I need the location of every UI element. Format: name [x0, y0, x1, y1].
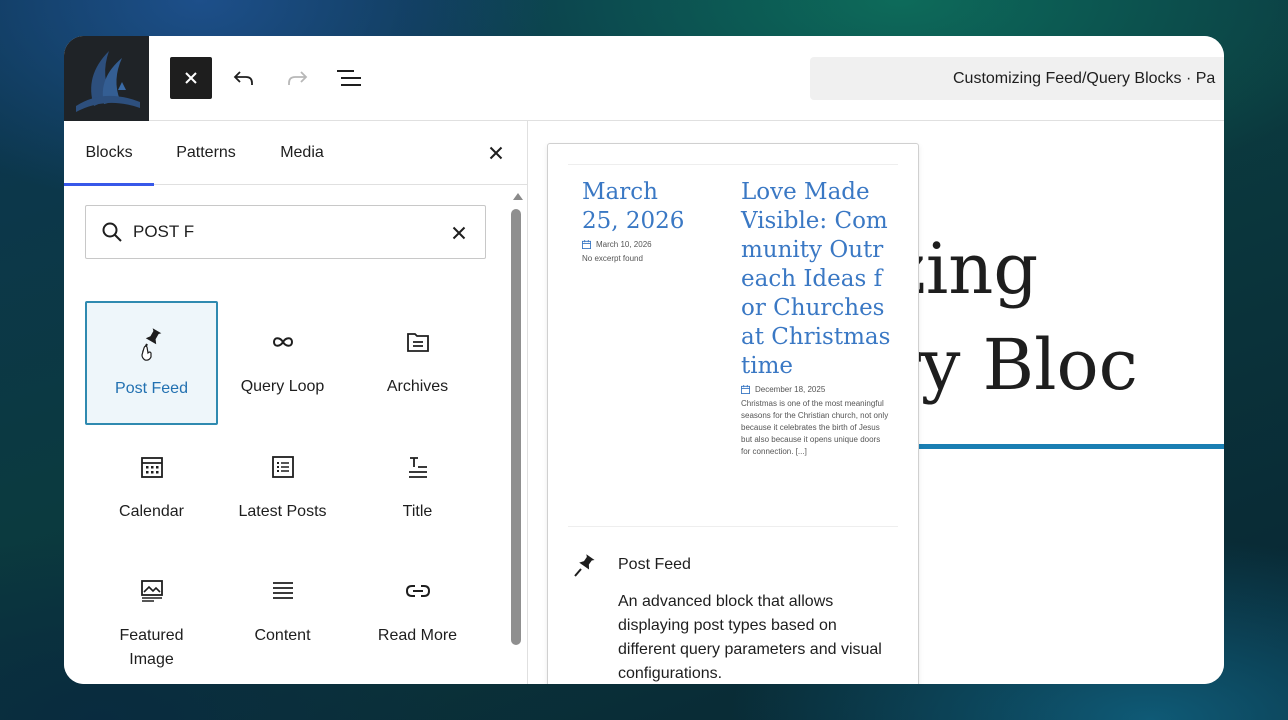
- document-bar[interactable]: Customizing Feed/Query Blocks · Pa: [810, 57, 1224, 100]
- list-view-button[interactable]: [328, 57, 370, 99]
- block-search: [85, 205, 486, 259]
- search-icon: [102, 222, 122, 242]
- post-title: March 25, 2026: [582, 179, 685, 234]
- editor-window: Customizing Feed/Query Blocks · Pa Block…: [64, 36, 1224, 684]
- block-label: Archives: [386, 378, 449, 395]
- content-icon: [271, 578, 295, 604]
- post-excerpt: Christmas is one of the most meaningful …: [741, 399, 889, 456]
- block-label: Read More: [377, 627, 458, 644]
- top-toolbar: Customizing Feed/Query Blocks · Pa: [64, 36, 1224, 121]
- redo-icon: [288, 71, 308, 85]
- calendar-icon: [741, 385, 750, 394]
- archive-icon: [406, 329, 430, 355]
- site-logo[interactable]: [64, 36, 149, 121]
- preview-post-2: Love Made Visible: Community Outreach Id…: [741, 178, 891, 458]
- undo-icon: [233, 71, 253, 85]
- close-inserter-button[interactable]: [480, 137, 512, 169]
- block-latest-posts[interactable]: Latest Posts: [216, 426, 349, 550]
- tab-patterns[interactable]: Patterns: [164, 121, 248, 185]
- preview-post-1: March 25, 2026 March 10, 2026 No excerpt…: [582, 178, 692, 265]
- block-label: Content: [254, 627, 311, 644]
- block-card-description: An advanced block that allows displaying…: [618, 593, 882, 682]
- title-underline: [881, 444, 1224, 449]
- search-input[interactable]: [133, 218, 433, 246]
- loop-icon: [271, 329, 295, 355]
- scroll-up-arrow[interactable]: [513, 193, 523, 200]
- block-read-more[interactable]: Read More: [351, 550, 484, 674]
- title-icon: [406, 454, 430, 480]
- block-archives[interactable]: Archives: [351, 301, 484, 425]
- clear-search-button[interactable]: [446, 220, 472, 246]
- block-card-title: Post Feed: [618, 556, 691, 573]
- divider: [568, 164, 898, 165]
- block-post-feed[interactable]: Post Feed: [85, 301, 218, 425]
- redo-button[interactable]: [276, 57, 318, 99]
- block-title[interactable]: Title: [351, 426, 484, 550]
- list-view-icon: [337, 70, 361, 86]
- block-calendar[interactable]: Calendar: [85, 426, 218, 550]
- block-featured-image[interactable]: Featured Image: [85, 550, 218, 674]
- scrollbar-thumb[interactable]: [511, 209, 521, 645]
- block-label: Calendar: [119, 503, 184, 520]
- block-query-loop[interactable]: Query Loop: [216, 301, 349, 425]
- block-preview: March 25, 2026 March 10, 2026 No excerpt…: [547, 143, 919, 684]
- close-editor-button[interactable]: [170, 57, 212, 99]
- block-inserter-panel: Blocks Patterns Media Post Fee: [64, 121, 528, 684]
- block-label: Latest Posts: [238, 503, 327, 520]
- post-date: March 10, 2026: [582, 240, 692, 249]
- document-title: Customizing Feed/Query Blocks · Pa: [953, 69, 1216, 87]
- tab-blocks[interactable]: Blocks: [64, 121, 154, 186]
- close-icon: [185, 72, 197, 84]
- close-icon: [452, 226, 466, 240]
- undo-button[interactable]: [223, 57, 265, 99]
- block-label: Query Loop: [240, 378, 325, 395]
- pin-icon: [574, 554, 595, 577]
- tab-media[interactable]: Media: [268, 121, 336, 185]
- block-content[interactable]: Content: [216, 550, 349, 674]
- block-label: Title: [402, 503, 433, 520]
- block-label: Post Feed: [115, 380, 188, 397]
- divider: [568, 526, 898, 527]
- post-excerpt: No excerpt found: [582, 254, 643, 263]
- pin-icon: [137, 328, 167, 361]
- list-icon: [271, 454, 295, 480]
- inserter-tabs: Blocks Patterns Media: [64, 121, 527, 186]
- post-date: December 18, 2025: [741, 385, 891, 394]
- post-title: Love Made Visible: Community Outreach Id…: [741, 179, 891, 379]
- block-label: Featured Image: [119, 627, 184, 668]
- close-icon: [489, 146, 503, 160]
- image-icon: [140, 578, 164, 604]
- calendar-icon: [582, 240, 591, 249]
- link-icon: [405, 578, 431, 604]
- calendar-icon: [140, 454, 164, 480]
